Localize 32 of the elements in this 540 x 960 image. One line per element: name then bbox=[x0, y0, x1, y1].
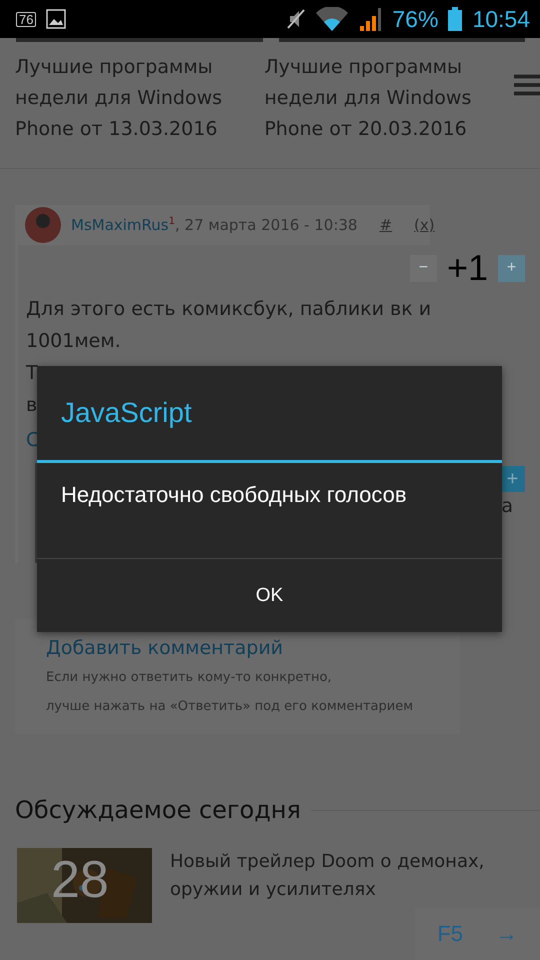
image-icon bbox=[46, 9, 66, 29]
wifi-icon bbox=[316, 7, 348, 31]
comment-count: 28 bbox=[51, 850, 109, 910]
comment-text: Для этого есть комиксбук, паблики вк и bbox=[26, 297, 432, 322]
comment-text: 1001мем. bbox=[26, 329, 121, 354]
remove-link[interactable]: (x) bbox=[414, 216, 435, 234]
hint-text: Если нужно ответить кому-то конкретно, bbox=[46, 669, 332, 687]
clock-time: 10:54 bbox=[472, 6, 530, 32]
comment-text: Т bbox=[26, 361, 38, 386]
anchor-link[interactable]: # bbox=[379, 216, 392, 234]
comment-score: +1 bbox=[446, 253, 488, 283]
battery-percent: 76% bbox=[392, 6, 438, 32]
article-title[interactable]: Лучшие программы недели для Windows Phone от 13.03.2016 bbox=[15, 52, 250, 168]
avatar bbox=[25, 207, 61, 243]
notification-badge: 76 bbox=[16, 12, 36, 26]
comment-meta: MsMaximRus$^{1}$, 27 марта 2016 - 10:38 bbox=[71, 216, 358, 234]
vote-up-button[interactable]: + bbox=[498, 254, 525, 282]
battery-icon bbox=[448, 7, 462, 31]
article-title[interactable]: Лучшие программы недели для Windows Phone от 20.03.2016 bbox=[264, 52, 500, 168]
signal-icon bbox=[358, 7, 382, 31]
plus-button[interactable]: + bbox=[500, 466, 525, 492]
reply-text: а bbox=[501, 495, 513, 517]
comment-text: в bbox=[26, 393, 38, 418]
vote-down-button[interactable]: − bbox=[410, 254, 437, 282]
add-comment-link[interactable]: Добавить комментарий bbox=[46, 633, 284, 663]
hint-text: лучше нажать на «Ответить» под его комментарием bbox=[46, 698, 414, 716]
section-heading: Обсуждаемое сегодня bbox=[15, 796, 301, 824]
dialog-title: JavaScript bbox=[37, 366, 502, 463]
dialog-message: Недостаточно свободных голосов bbox=[37, 463, 502, 559]
mute-icon bbox=[286, 8, 306, 30]
menu-icon[interactable] bbox=[514, 74, 540, 96]
ok-button[interactable]: OK bbox=[37, 559, 502, 632]
